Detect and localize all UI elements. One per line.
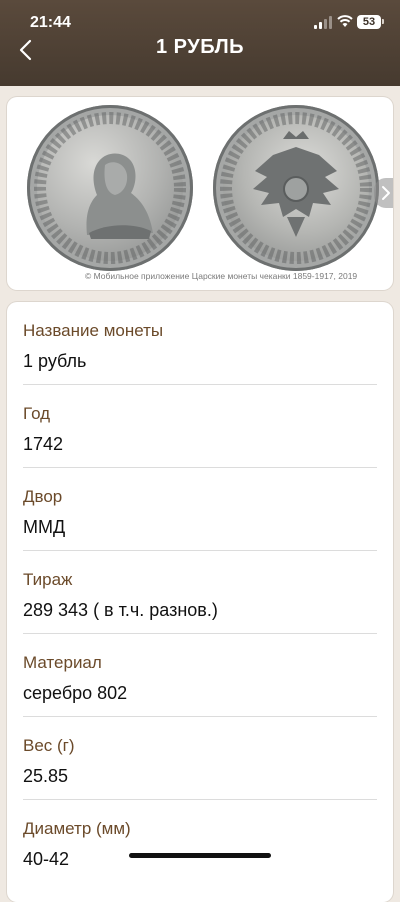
- coin-image-gallery[interactable]: © Мобильное приложение Царские монеты че…: [7, 97, 393, 290]
- detail-value: ММД: [23, 517, 66, 537]
- detail-label: Тираж: [23, 570, 73, 589]
- coin-reverse-image: [213, 105, 379, 271]
- cellular-signal-icon: [314, 15, 334, 29]
- coin-details-card: Название монеты 1 рубль Год 1742 Двор ММ…: [7, 302, 393, 902]
- detail-row-mintage: Тираж 289 343 ( в т.ч. разнов.): [23, 551, 377, 634]
- detail-row-diameter: Диаметр (мм) 40-42: [23, 800, 377, 882]
- battery-icon: 53: [357, 15, 381, 29]
- detail-value: 289 343 ( в т.ч. разнов.): [23, 600, 218, 620]
- detail-value: 25.85: [23, 766, 69, 786]
- battery-tip: [382, 19, 384, 24]
- detail-label: Материал: [23, 653, 102, 672]
- navigation-bar: 21:44 53 1 РУБЛЬ: [0, 0, 400, 86]
- detail-row-weight: Вес (г) 25.85: [23, 717, 377, 800]
- detail-row-mint: Двор ММД: [23, 468, 377, 551]
- next-image-button[interactable]: [374, 178, 393, 208]
- wifi-icon: [337, 15, 353, 27]
- home-indicator[interactable]: [129, 853, 271, 858]
- detail-label: Название монеты: [23, 321, 164, 340]
- detail-label: Диаметр (мм): [23, 819, 131, 838]
- detail-value: серебро 802: [23, 683, 128, 703]
- detail-row-name: Название монеты 1 рубль: [23, 302, 377, 385]
- detail-value: 1 рубль: [23, 351, 87, 371]
- detail-label: Двор: [23, 487, 63, 506]
- image-watermark: © Мобильное приложение Царские монеты че…: [85, 271, 358, 281]
- status-time: 21:44: [30, 14, 71, 31]
- chevron-right-icon: [382, 186, 390, 200]
- page-title: 1 РУБЛЬ: [156, 36, 244, 58]
- detail-row-year: Год 1742: [23, 385, 377, 468]
- detail-value: 40-42: [23, 849, 70, 869]
- coin-obverse-image: [27, 105, 193, 271]
- detail-row-material: Материал серебро 802: [23, 634, 377, 717]
- detail-label: Вес (г): [23, 736, 75, 755]
- detail-label: Год: [23, 404, 51, 423]
- detail-value: 1742: [23, 434, 64, 454]
